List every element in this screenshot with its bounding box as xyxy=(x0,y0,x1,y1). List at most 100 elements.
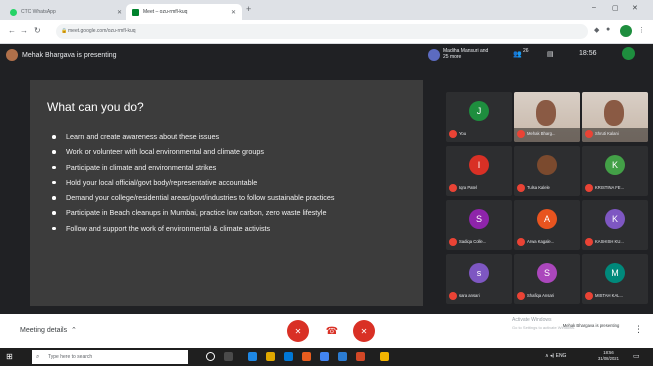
app-icon[interactable] xyxy=(380,352,389,361)
browser-tab-bar: CTC WhatsApp ✕ Meet – ozu-rmfl-kuq ✕ + –… xyxy=(0,0,653,20)
presenting-button[interactable]: Mehak Bhargava is presenting xyxy=(562,323,620,329)
participant-tile[interactable]: I Iqra Patel xyxy=(446,146,512,196)
participant-avatar: I xyxy=(469,155,489,175)
participant-avatar: s xyxy=(469,263,489,283)
participant-name: Arwa Kagale... xyxy=(527,239,555,244)
close-tab-icon[interactable]: ✕ xyxy=(231,9,236,16)
mic-muted-icon xyxy=(449,292,457,300)
participant-tile[interactable]: K KRISTINA FE... xyxy=(582,146,648,196)
new-tab-button[interactable]: + xyxy=(246,4,251,14)
search-icon: ⌕ xyxy=(36,354,40,360)
presenter-bar: Mehak Bhargava is presenting xyxy=(0,44,420,66)
participants-summary: Madiha Mansuri and 25 more xyxy=(443,48,489,60)
participant-count: 26 xyxy=(523,48,529,54)
participant-name: Tulsa Kalele xyxy=(527,185,550,190)
profile-avatar[interactable] xyxy=(620,25,632,37)
participant-name: Iqra Patel xyxy=(459,185,477,190)
participant-tile[interactable]: A Arwa Kagale... xyxy=(514,200,580,250)
participant-avatar: K xyxy=(605,155,625,175)
mic-off-button[interactable]: ✕ xyxy=(287,320,309,342)
task-view-icon[interactable] xyxy=(224,352,233,361)
participant-name: Shruti Kalani xyxy=(595,131,619,136)
leave-call-button[interactable]: ☎ xyxy=(321,320,343,342)
meet-stage: Mehak Bhargava is presenting What can yo… xyxy=(0,44,653,314)
camera-off-icon: ✕ xyxy=(360,326,368,336)
browser-toolbar: ← → ↻ 🔒 meet.google.com/ozu-rmfl-kuq ◆ ●… xyxy=(0,20,653,44)
camera-off-button[interactable]: ✕ xyxy=(353,320,375,342)
participant-tile[interactable]: J You xyxy=(446,92,512,142)
slide-bullet: Participate in climate and environmental… xyxy=(52,163,407,173)
more-options-icon[interactable]: ⋮ xyxy=(634,324,643,335)
minimize-button[interactable]: – xyxy=(592,4,596,11)
powerpoint-icon[interactable] xyxy=(356,352,365,361)
participant-tile[interactable]: Shruti Kalani xyxy=(582,92,648,142)
back-icon[interactable]: ← xyxy=(8,26,16,35)
participant-tile[interactable]: Mehak Bharg... xyxy=(514,92,580,142)
store-icon[interactable] xyxy=(284,352,293,361)
slide-bullet: Follow and support the work of environme… xyxy=(52,224,407,234)
participant-avatar: A xyxy=(537,209,557,229)
meeting-header: Madiha Mansuri and 25 more 👥 26 ▤ 18:56 xyxy=(423,44,653,66)
close-window-button[interactable]: ✕ xyxy=(632,4,638,12)
participant-tile[interactable]: s sara ansari xyxy=(446,254,512,304)
mic-muted-icon xyxy=(449,184,457,192)
edge-icon[interactable] xyxy=(248,352,257,361)
activate-windows-watermark: Activate Windows xyxy=(512,317,552,323)
participant-avatar xyxy=(537,155,557,175)
meeting-details-label: Meeting details xyxy=(20,327,68,334)
extension-icon[interactable]: ◆ xyxy=(594,26,599,34)
participant-avatar xyxy=(428,49,440,61)
participant-tile[interactable]: S Sadiqa Colle... xyxy=(446,200,512,250)
participant-avatar: K xyxy=(605,209,625,229)
meeting-controls: Meeting details ⌃ ✕ ☎ ✕ Activate Windows… xyxy=(0,314,653,348)
url-text: meet.google.com/ozu-rmfl-kuq xyxy=(68,28,136,34)
windows-start-icon[interactable]: ⊞ xyxy=(6,352,13,361)
participant-name: You xyxy=(459,131,467,136)
mic-muted-icon xyxy=(585,184,593,192)
participant-tile[interactable]: Tulsa Kalele xyxy=(514,146,580,196)
notification-icon[interactable]: ▭ xyxy=(633,352,640,360)
taskbar-search[interactable]: ⌕ Type here to search xyxy=(32,350,188,364)
cortana-icon[interactable] xyxy=(206,352,215,361)
file-explorer-icon[interactable] xyxy=(266,352,275,361)
hang-up-icon: ☎ xyxy=(325,325,339,337)
slide-bullet: Hold your local official/govt body/repre… xyxy=(52,178,407,188)
participant-avatar: S xyxy=(537,263,557,283)
mic-muted-icon xyxy=(585,292,593,300)
participant-video xyxy=(536,100,556,126)
address-bar[interactable]: 🔒 meet.google.com/ozu-rmfl-kuq xyxy=(56,24,588,39)
mic-muted-icon xyxy=(585,130,593,138)
forward-icon[interactable]: → xyxy=(20,26,28,35)
participant-tile[interactable]: S Shafiqa Ansari xyxy=(514,254,580,304)
close-tab-icon[interactable]: ✕ xyxy=(117,9,122,16)
search-placeholder: Type here to search xyxy=(48,354,93,360)
extension-icon[interactable]: ● xyxy=(606,26,610,33)
participant-name: Mehak Bharg... xyxy=(527,131,556,136)
browser-menu-icon[interactable]: ⋮ xyxy=(638,26,645,34)
tab-title: CTC WhatsApp xyxy=(21,9,56,15)
browser-tab-whatsapp[interactable]: CTC WhatsApp ✕ xyxy=(4,4,128,20)
reload-icon[interactable]: ↻ xyxy=(34,26,41,35)
meeting-details-button[interactable]: Meeting details ⌃ xyxy=(20,326,77,334)
browser-tab-meet[interactable]: Meet – ozu-rmfl-kuq ✕ xyxy=(126,4,242,20)
word-icon[interactable] xyxy=(338,352,347,361)
chrome-icon[interactable] xyxy=(320,352,329,361)
app-icon[interactable] xyxy=(302,352,311,361)
participant-tile[interactable]: M MISTAH KAL... xyxy=(582,254,648,304)
windows-taskbar: ⊞ ⌕ Type here to search ∧ ◂) ENG 18:56 3… xyxy=(0,348,653,366)
maximize-button[interactable]: ▢ xyxy=(612,4,619,12)
chat-icon[interactable]: ▤ xyxy=(547,50,554,58)
whatsapp-icon xyxy=(10,8,17,16)
mic-muted-icon xyxy=(517,238,525,246)
chevron-up-icon: ⌃ xyxy=(69,327,77,334)
taskbar-clock[interactable]: 18:56 31/08/2021 xyxy=(598,350,619,362)
self-avatar[interactable] xyxy=(622,47,635,60)
mic-off-icon: ✕ xyxy=(294,326,302,336)
participant-avatar: M xyxy=(605,263,625,283)
slide-bullet: Work or volunteer with local environment… xyxy=(52,147,407,157)
participant-tile[interactable]: K KASHISH KU... xyxy=(582,200,648,250)
people-icon[interactable]: 👥 xyxy=(513,50,522,58)
participant-avatar: S xyxy=(469,209,489,229)
system-tray[interactable]: ∧ ◂) ENG xyxy=(545,353,566,359)
taskbar-date: 31/08/2021 xyxy=(598,356,619,361)
